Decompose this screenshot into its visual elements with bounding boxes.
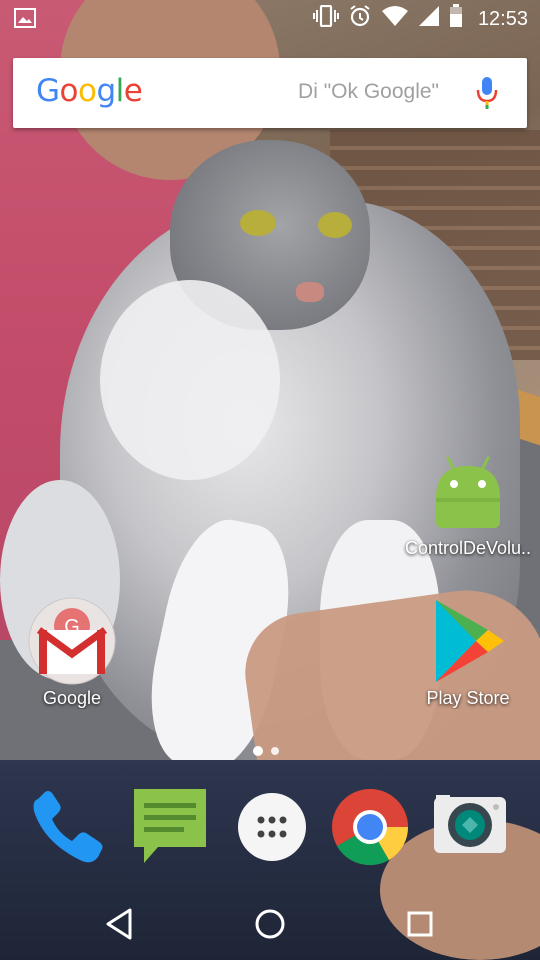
app-folder-google[interactable]: G Google [2,596,142,709]
status-bar: 12:53 [0,0,540,38]
image-notification-icon [14,8,36,34]
android-icon [428,452,508,532]
mic-icon[interactable] [475,76,499,115]
phone-icon[interactable] [28,787,108,867]
app-label: Play Store [426,688,510,708]
app-play-store[interactable]: Play Store [398,596,538,709]
chrome-icon[interactable] [330,787,410,867]
signal-icon [418,5,440,33]
camera-icon[interactable] [430,787,510,867]
app-label: ControlDeVolu.. [404,538,532,558]
app-controldevolumen[interactable]: ControlDeVolu.. [398,452,538,559]
clock: 12:53 [477,7,528,30]
recents-icon[interactable] [400,904,440,944]
vibrate-icon [312,4,339,33]
wifi-icon [381,5,409,33]
play-store-icon [428,596,508,686]
messages-icon[interactable] [130,787,210,867]
page-indicator [253,746,279,756]
home-icon[interactable] [250,904,290,944]
gmail-folder-icon: G [27,596,117,686]
google-logo: Google [36,73,143,109]
page-dot [271,747,279,755]
navigation-bar [0,886,540,960]
alarm-icon [348,4,372,34]
back-icon[interactable] [100,904,140,944]
app-label: Google [42,688,102,708]
google-search-bar[interactable]: Google Di "Ok Google" [13,58,527,128]
battery-icon [449,4,463,34]
app-drawer-icon[interactable] [232,787,312,867]
page-dot-active [253,746,263,756]
search-hint: Di "Ok Google" [298,80,439,103]
